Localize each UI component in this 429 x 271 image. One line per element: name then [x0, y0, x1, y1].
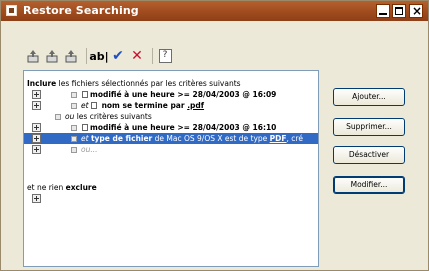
criteria-line[interactable]: modifié à une heure >= 28/04/2003 @ 16:0… [24, 89, 318, 100]
upload-icon[interactable] [44, 48, 60, 64]
criteria-bullet [55, 114, 61, 120]
add-subcriteria-icon[interactable] [32, 145, 41, 154]
document-icon [90, 102, 97, 109]
criteria-text: les fichiers sélectionnés par les critèr… [56, 79, 241, 88]
criteria-list[interactable]: Inclure les fichiers sélectionnés par le… [23, 70, 319, 267]
criteria-line[interactable]: Inclure les fichiers sélectionnés par le… [24, 78, 318, 89]
minimize-button[interactable] [376, 4, 390, 18]
cross-icon[interactable]: ✕ [129, 48, 145, 64]
criteria-bullet [71, 136, 77, 142]
criteria-text: nom se termine par [98, 101, 188, 110]
help-icon: ? [158, 49, 172, 63]
criteria-bullet [71, 125, 77, 131]
criteria-text: , cré [286, 134, 303, 143]
operator-et: et [81, 134, 89, 143]
criteria-bullet [71, 103, 77, 109]
check-icon[interactable]: ✔ [110, 48, 126, 64]
add-subcriteria-icon[interactable] [32, 101, 41, 110]
add-subcriteria-icon[interactable] [32, 194, 41, 203]
exclude-line[interactable]: et ne rien exclure [24, 182, 318, 193]
maximize-button[interactable] [392, 4, 406, 18]
desactiver-button[interactable]: Désactiver [333, 146, 405, 164]
title-bar[interactable]: Restore Searching × [1, 1, 428, 21]
add-subcriteria-icon[interactable] [32, 134, 41, 143]
document-icon [82, 124, 88, 131]
criteria-text: les critères suivants [74, 112, 152, 121]
upload-icon[interactable] [63, 48, 79, 64]
criteria-text: modifié à une heure >= 28/04/2003 @ 16:0… [90, 90, 277, 99]
help-button[interactable]: ? [157, 48, 173, 64]
close-button[interactable]: × [409, 4, 423, 18]
criteria-field: type de fichier [90, 134, 153, 143]
criteria-line-selected[interactable]: et type de fichier de Mac OS 9/OS X est … [24, 133, 318, 144]
exclude-text: et ne rien [27, 183, 66, 192]
criteria-text: de Mac OS 9/OS X est de type [152, 134, 270, 143]
add-subcriteria-icon[interactable] [32, 123, 41, 132]
toolbar: ab| ✔ ✕ ? [25, 44, 176, 68]
app-icon [6, 5, 17, 16]
restore-searching-window: Restore Searching × ab| ✔ ✕ ? Inclure le… [0, 0, 429, 271]
exclude-keyword: exclure [65, 183, 97, 192]
include-keyword: Inclure [27, 79, 57, 88]
supprimer-button[interactable]: Supprimer... [333, 118, 405, 136]
operator-ou-placeholder: ou... [81, 145, 98, 154]
criteria-value-link[interactable]: PDF [270, 134, 287, 143]
ajouter-button[interactable]: Ajouter... [333, 88, 405, 106]
window-title: Restore Searching [23, 4, 139, 17]
modifier-button[interactable]: Modifier... [333, 176, 405, 194]
criteria-value-link[interactable]: .pdf [187, 101, 204, 110]
abl-text-icon[interactable]: ab| [89, 48, 108, 64]
criteria-line[interactable]: et nom se termine par .pdf [24, 100, 318, 111]
operator-ou: ou [65, 112, 75, 121]
criteria-bullet [71, 147, 77, 153]
toolbar-separator [86, 48, 87, 64]
exclude-add-line[interactable] [24, 193, 318, 204]
close-icon: × [412, 4, 423, 18]
add-subcriteria-icon[interactable] [32, 90, 41, 99]
criteria-line-placeholder[interactable]: ou... [24, 144, 318, 155]
toolbar-separator [152, 48, 153, 64]
upload-icon[interactable] [25, 48, 41, 64]
document-icon [82, 91, 88, 98]
criteria-text: modifié à une heure >= 28/04/2003 @ 16:1… [90, 123, 277, 132]
criteria-bullet [71, 92, 77, 98]
operator-et: et [81, 101, 89, 110]
criteria-line[interactable]: modifié à une heure >= 28/04/2003 @ 16:1… [24, 122, 318, 133]
criteria-line[interactable]: ou les critères suivants [24, 111, 318, 122]
